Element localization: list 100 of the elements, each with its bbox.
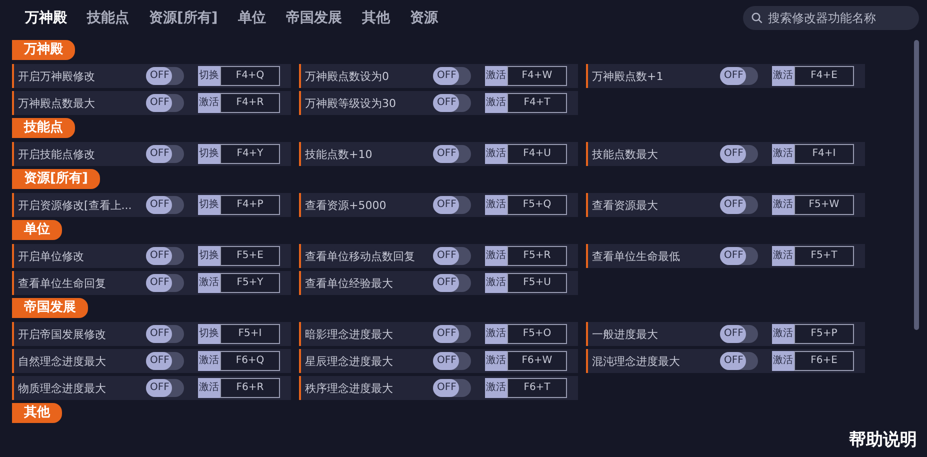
cheat-label: 查看资源+5000 xyxy=(305,198,388,212)
hotkey-field[interactable]: F5+P xyxy=(794,324,854,344)
hotkey-field[interactable]: F5+T xyxy=(794,246,854,266)
action-label: 切换 xyxy=(198,144,220,164)
tab[interactable]: 帝国发展 xyxy=(278,5,349,31)
cheat-label: 查看单位生命最低 xyxy=(592,248,681,264)
hotkey-field[interactable]: F5+Q xyxy=(507,195,567,215)
hotkey-field[interactable]: F6+E xyxy=(794,351,854,371)
hotkey-field[interactable]: F4+U xyxy=(507,144,567,164)
hotkey-field[interactable]: F4+P xyxy=(220,195,280,215)
action-label: 激活 xyxy=(772,351,794,371)
action-label: 激活 xyxy=(485,195,507,215)
action-label: 激活 xyxy=(772,324,794,344)
hotkey-field[interactable]: F4+E xyxy=(794,66,854,86)
cheat-label: 万神殿点数+1 xyxy=(592,68,664,84)
hotkey-field[interactable]: F5+U xyxy=(507,273,567,293)
tab[interactable]: 资源[所有] xyxy=(142,5,225,31)
action-label: 激活 xyxy=(485,144,507,164)
hotkey-field[interactable]: F4+W xyxy=(507,66,567,86)
hotkey-field[interactable]: F5+O xyxy=(507,324,567,344)
hotkey-field[interactable]: F6+Q xyxy=(220,351,280,371)
toggle-switch[interactable]: OFF xyxy=(433,94,471,112)
cheat-label: 开启万神殿修改 xyxy=(18,68,96,84)
toggle-switch[interactable]: OFF xyxy=(146,325,184,343)
toggle-switch[interactable]: OFF xyxy=(146,379,184,397)
action-label: 激活 xyxy=(485,324,507,344)
toggle-switch[interactable]: OFF xyxy=(146,196,184,214)
toggle-switch[interactable]: OFF xyxy=(146,274,184,292)
section-header: 技能点 xyxy=(12,118,75,138)
toggle-switch[interactable]: OFF xyxy=(720,67,758,85)
cheat-label: 查看单位生命回复 xyxy=(18,276,107,290)
toggle-switch[interactable]: OFF xyxy=(720,325,758,343)
section-header: 帝国发展 xyxy=(12,298,88,318)
action-label: 激活 xyxy=(198,273,220,293)
hotkey-field[interactable]: F6+T xyxy=(507,378,567,398)
toggle-switch[interactable]: OFF xyxy=(433,247,471,265)
toggle-switch[interactable]: OFF xyxy=(146,94,184,112)
toggle-switch[interactable]: OFF xyxy=(720,196,758,214)
action-label: 切换 xyxy=(198,195,220,215)
toggle-switch[interactable]: OFF xyxy=(433,196,471,214)
help-link[interactable]: 帮助说明 xyxy=(849,428,917,451)
toggle-switch[interactable]: OFF xyxy=(146,352,184,370)
hotkey-field[interactable]: F4+T xyxy=(507,93,567,113)
hotkey-field[interactable]: F4+Y xyxy=(220,144,280,164)
toggle-switch[interactable]: OFF xyxy=(433,274,471,292)
cheat-label: 万神殿等级设为30 xyxy=(305,96,397,110)
hotkey-field[interactable]: F5+R xyxy=(507,246,567,266)
action-label: 激活 xyxy=(772,66,794,86)
toggle-switch[interactable]: OFF xyxy=(433,67,471,85)
hotkey-field[interactable]: F5+I xyxy=(220,324,280,344)
toggle-switch[interactable]: OFF xyxy=(146,247,184,265)
cheat-label: 星辰理念进度最大 xyxy=(305,354,394,368)
search-field[interactable]: 搜索修改器功能名称 xyxy=(743,6,919,30)
toggle-switch[interactable]: OFF xyxy=(720,247,758,265)
toggle-switch[interactable]: OFF xyxy=(720,352,758,370)
tab[interactable]: 万神殿 xyxy=(18,5,74,31)
cheat-label: 开启单位修改 xyxy=(18,248,85,264)
cheat-label: 一般进度最大 xyxy=(592,326,659,342)
hotkey-field[interactable]: F5+W xyxy=(794,195,854,215)
toggle-switch[interactable]: OFF xyxy=(146,67,184,85)
section-header: 万神殿 xyxy=(12,40,75,60)
action-label: 激活 xyxy=(485,93,507,113)
hotkey-field[interactable]: F5+Y xyxy=(220,273,280,293)
hotkey-field[interactable]: F6+R xyxy=(220,378,280,398)
action-label: 切换 xyxy=(198,246,220,266)
hotkey-field[interactable]: F4+I xyxy=(794,144,854,164)
hotkey-field[interactable]: F5+E xyxy=(220,246,280,266)
tab[interactable]: 其他 xyxy=(354,5,397,31)
action-label: 激活 xyxy=(485,378,507,398)
hotkey-field[interactable]: F6+W xyxy=(507,351,567,371)
action-label: 激活 xyxy=(485,351,507,371)
toggle-switch[interactable]: OFF xyxy=(433,145,471,163)
action-label: 激活 xyxy=(198,93,220,113)
cheat-label: 开启帝国发展修改 xyxy=(18,326,107,342)
cheat-label: 开启技能点修改 xyxy=(18,146,96,162)
action-label: 激活 xyxy=(485,273,507,293)
toggle-switch[interactable]: OFF xyxy=(433,379,471,397)
section-header: 单位 xyxy=(12,220,62,240)
cheat-label: 秩序理念进度最大 xyxy=(305,380,394,396)
tab[interactable]: 单位 xyxy=(230,5,273,31)
cheat-label: 查看资源最大 xyxy=(592,198,659,212)
tab[interactable]: 技能点 xyxy=(80,5,136,31)
scrollbar-thumb[interactable] xyxy=(914,40,919,330)
action-label: 激活 xyxy=(772,195,794,215)
action-label: 激活 xyxy=(772,246,794,266)
toggle-switch[interactable]: OFF xyxy=(720,145,758,163)
toggle-switch[interactable]: OFF xyxy=(433,325,471,343)
toggle-switch[interactable]: OFF xyxy=(433,352,471,370)
action-label: 切换 xyxy=(198,324,220,344)
cheat-label: 万神殿点数设为0 xyxy=(305,68,390,84)
tab[interactable]: 资源 xyxy=(402,5,445,31)
hotkey-field[interactable]: F4+Q xyxy=(220,66,280,86)
hotkey-field[interactable]: F4+R xyxy=(220,93,280,113)
cheat-label: 技能点数最大 xyxy=(592,146,659,162)
cheat-label: 自然理念进度最大 xyxy=(18,354,107,368)
cheat-label: 查看单位经验最大 xyxy=(305,276,394,290)
section-header: 其他 xyxy=(12,403,62,423)
cheat-label: 开启资源修改[查看上... xyxy=(18,198,133,212)
toggle-switch[interactable]: OFF xyxy=(146,145,184,163)
action-label: 激活 xyxy=(772,144,794,164)
